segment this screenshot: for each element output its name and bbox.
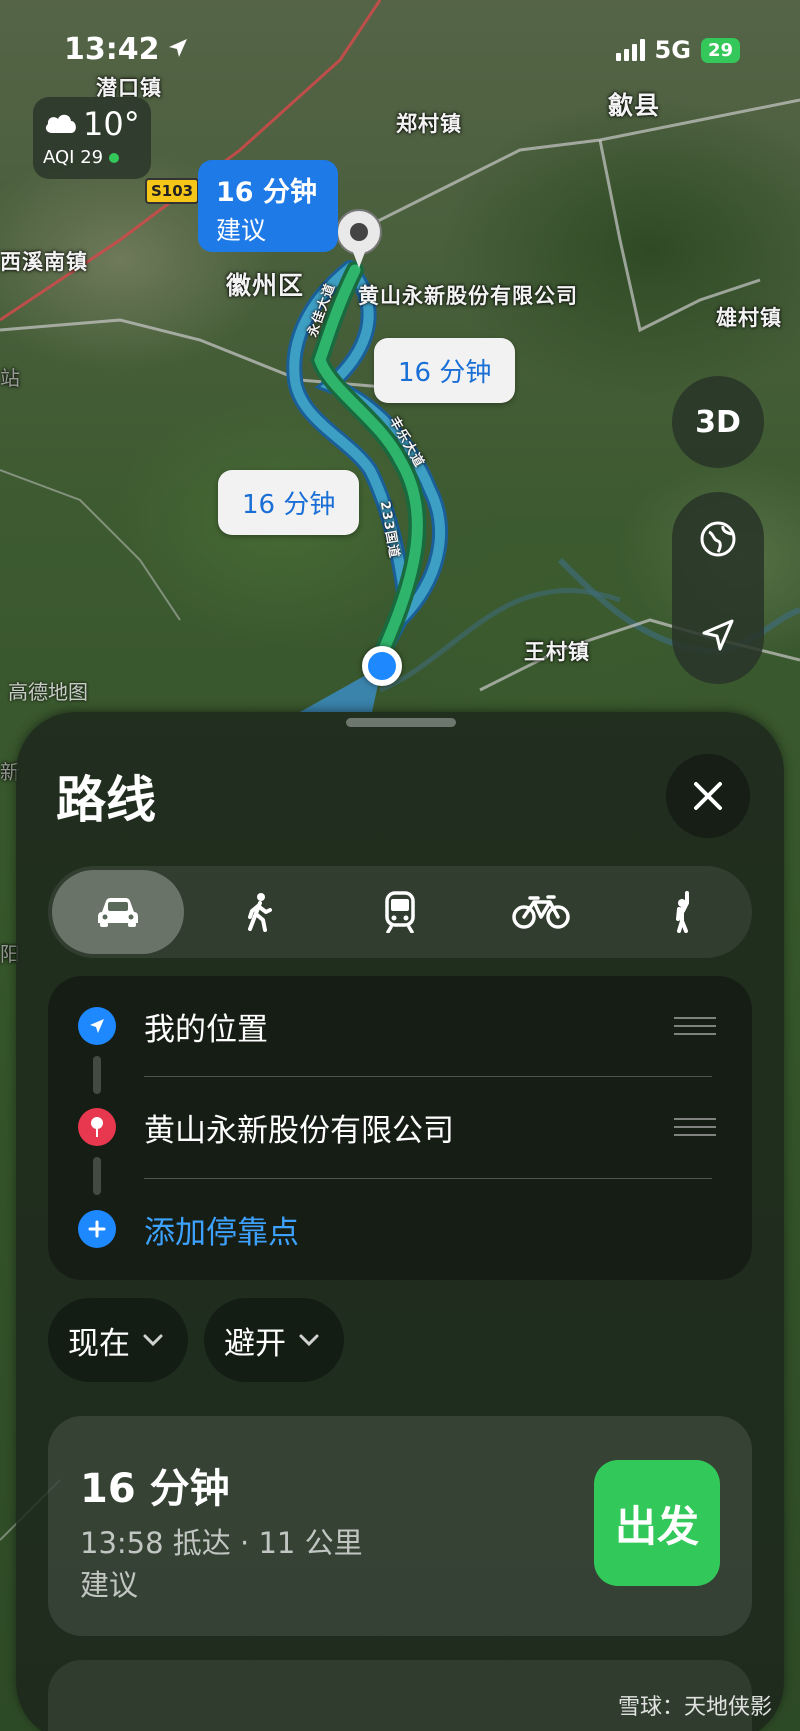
mode-drive[interactable] <box>52 870 184 954</box>
signal-icon <box>615 39 645 61</box>
current-location-dot <box>362 646 402 686</box>
route-callout-alt[interactable]: 16 分钟 <box>374 338 516 403</box>
cloud-icon <box>43 109 79 139</box>
status-indicators: 5G 29 <box>615 36 740 64</box>
locate-me-icon[interactable] <box>700 617 736 657</box>
aqi-status-dot <box>109 152 120 163</box>
mode-walk[interactable] <box>189 866 330 958</box>
go-button[interactable]: 出发 <box>594 1460 720 1586</box>
weather-widget[interactable]: 10° AQI 29 <box>33 97 151 179</box>
plus-icon <box>78 1210 116 1248</box>
reorder-handle-icon[interactable] <box>674 1118 716 1136</box>
3d-toggle-button[interactable]: 3D <box>672 376 764 468</box>
walk-icon <box>248 893 273 932</box>
waypoint-destination[interactable]: 黄山永新股份有限公司 <box>48 1077 752 1177</box>
transport-mode-selector <box>48 866 752 958</box>
close-button[interactable] <box>666 754 750 838</box>
mode-cycle[interactable] <box>470 866 611 958</box>
route-duration: 16 分钟 <box>80 1466 230 1512</box>
place-label: 西溪南镇 <box>0 250 88 274</box>
callout-time: 16 分钟 <box>216 177 317 208</box>
aqi-value: AQI 29 <box>43 147 104 168</box>
battery-indicator: 29 <box>700 37 740 63</box>
destination-map-label: 黄山永新股份有限公司 <box>358 284 578 308</box>
weather-temperature: 10° <box>83 105 140 143</box>
sheet-grabber[interactable] <box>346 718 456 727</box>
hail-icon <box>675 891 689 933</box>
reorder-handle-icon[interactable] <box>674 1017 716 1035</box>
globe-icon[interactable] <box>699 520 737 562</box>
map-provider-watermark: 高德地图 <box>8 680 88 704</box>
route-tag: 建议 <box>80 1568 139 1602</box>
pin-icon <box>78 1108 116 1146</box>
route-callout-primary[interactable]: 16 分钟 建议 <box>198 160 338 252</box>
depart-time-dropdown[interactable]: 现在 <box>48 1298 188 1382</box>
callout-tag: 建议 <box>216 216 267 245</box>
train-icon <box>385 891 415 933</box>
avoid-label: 避开 <box>224 1325 286 1362</box>
place-label: 徽州区 <box>226 271 305 300</box>
watermark-text: 雪球：天地侠影 <box>617 1695 772 1720</box>
mode-transit[interactable] <box>330 866 471 958</box>
status-time: 13:42 <box>64 32 160 67</box>
add-stop-label: 添加停靠点 <box>144 1214 299 1251</box>
waypoint-origin[interactable]: 我的位置 <box>48 976 752 1076</box>
depart-time-label: 现在 <box>68 1325 130 1362</box>
waypoint-label: 黄山永新股份有限公司 <box>144 1112 454 1149</box>
close-icon <box>694 782 722 810</box>
chevron-down-icon <box>299 1334 319 1347</box>
chevron-down-icon <box>143 1334 163 1347</box>
place-label: 王村镇 <box>524 640 590 664</box>
sheet-title: 路线 <box>56 771 156 829</box>
route-callout-alt[interactable]: 16 分钟 <box>218 470 360 535</box>
waypoint-list: 我的位置 黄山永新股份有限公司 添加停靠点 <box>48 976 752 1280</box>
mode-hail[interactable] <box>611 866 752 958</box>
map-controls <box>672 492 764 684</box>
footer-watermark: 雪球：天地侠影 <box>618 1689 772 1721</box>
bicycle-icon <box>512 895 570 929</box>
location-arrow-icon <box>78 1007 116 1045</box>
place-label: 歙县 <box>608 91 661 120</box>
place-label: 站 <box>0 366 21 390</box>
add-stop-button[interactable]: 添加停靠点 <box>48 1179 752 1279</box>
route-eta: 13:58 抵达 · 11 公里 <box>80 1526 363 1560</box>
location-arrow-icon <box>166 36 190 64</box>
car-icon <box>98 898 138 927</box>
network-type: 5G <box>654 36 691 64</box>
route-option-card[interactable]: 16 分钟 13:58 抵达 · 11 公里 建议 出发 <box>48 1416 752 1636</box>
place-label: 郑村镇 <box>396 112 462 136</box>
directions-sheet: 路线 我的位置 黄山永新股份有限公司 添加停靠点 现在 避开 16 分钟 13:… <box>16 712 784 1731</box>
road-sign: S103 <box>145 178 200 204</box>
place-label: 雄村镇 <box>716 306 782 330</box>
waypoint-label: 我的位置 <box>144 1011 268 1048</box>
avoid-dropdown[interactable]: 避开 <box>204 1298 344 1382</box>
